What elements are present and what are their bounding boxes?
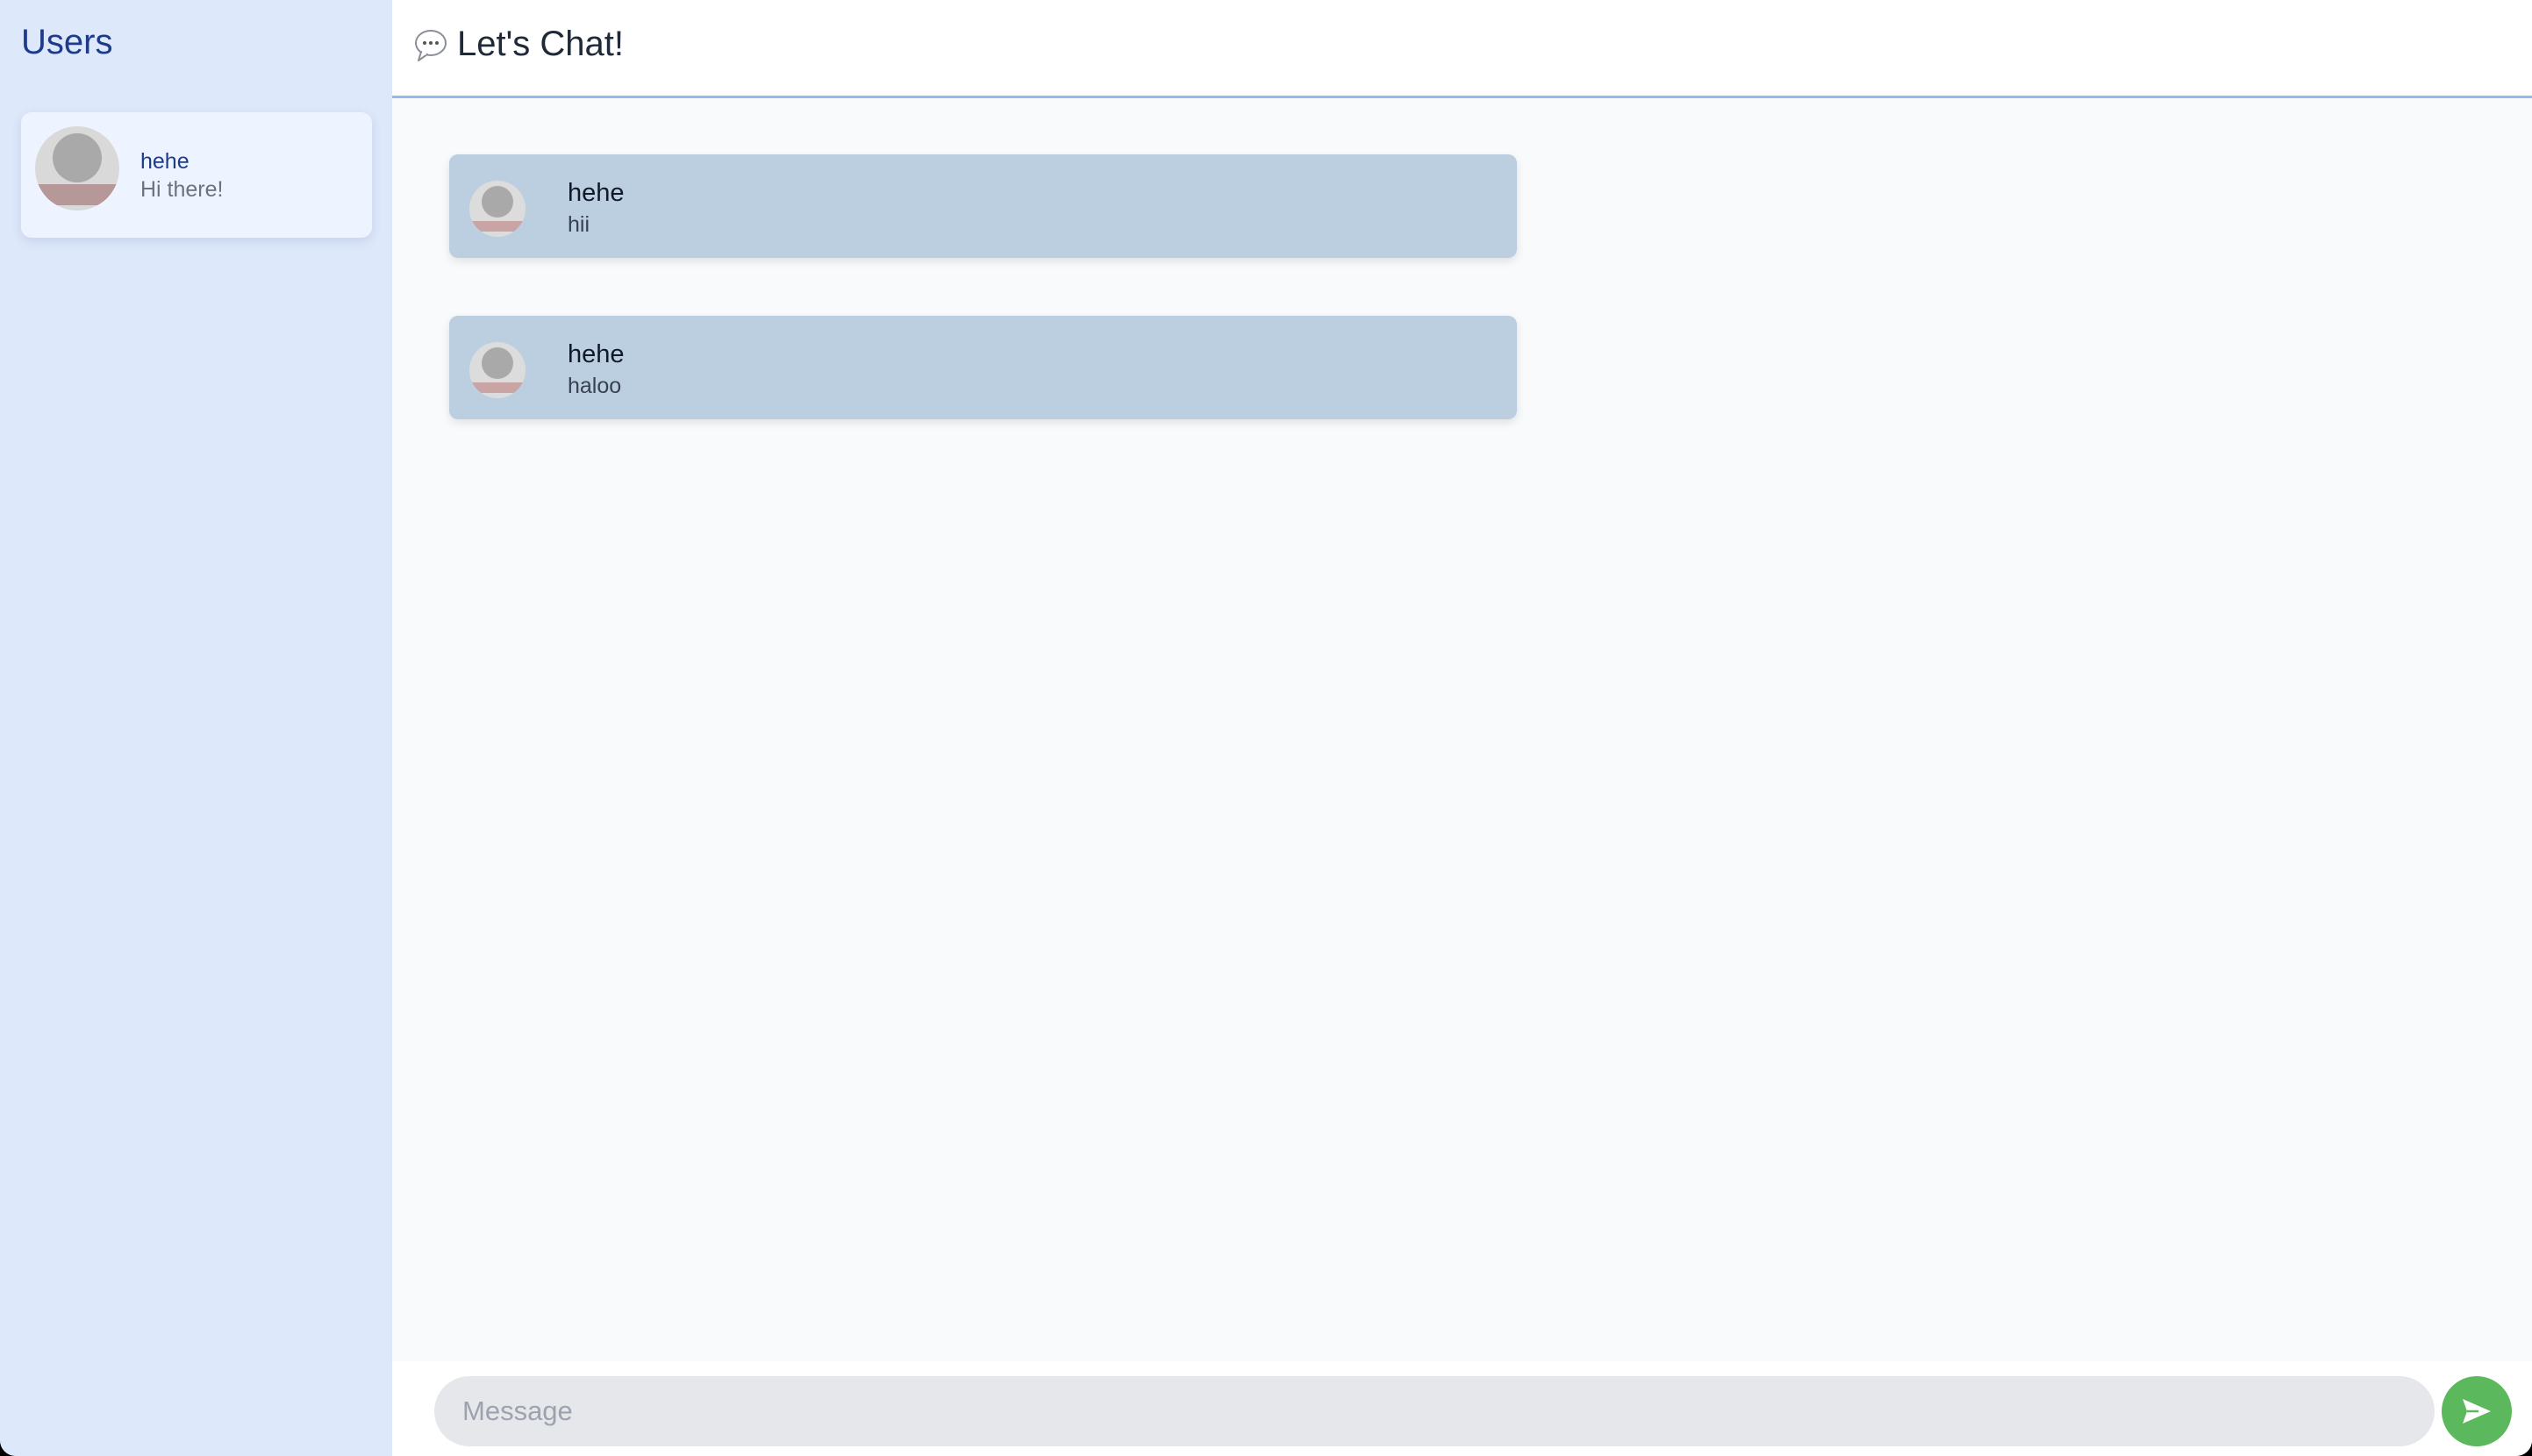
chat-app: Users hehe Hi there! Let's Chat! hehe hi… [0, 0, 2532, 1456]
avatar [469, 181, 526, 237]
message-composer [392, 1361, 2532, 1456]
avatar [35, 126, 119, 211]
chat-header: Let's Chat! [392, 0, 2532, 98]
message-item: hehe hii [449, 154, 1517, 258]
message-list[interactable]: hehe hii hehe haloo [392, 98, 2532, 1361]
message-sender: hehe [568, 340, 625, 368]
message-input[interactable] [434, 1376, 2435, 1446]
page-title: Let's Chat! [457, 25, 624, 63]
sidebar-title: Users [21, 23, 113, 61]
user-name: hehe [140, 149, 190, 174]
users-sidebar: Users hehe Hi there! [0, 0, 392, 1456]
send-icon [2463, 1399, 2491, 1424]
send-button[interactable] [2442, 1376, 2512, 1446]
message-text: haloo [568, 374, 622, 398]
speech-bubble-icon [415, 30, 447, 61]
avatar [469, 342, 526, 398]
message-sender: hehe [568, 179, 625, 207]
message-text: hii [568, 212, 590, 237]
user-list-item[interactable]: hehe Hi there! [21, 112, 372, 238]
user-last-message: Hi there! [140, 177, 224, 202]
message-item: hehe haloo [449, 316, 1517, 419]
